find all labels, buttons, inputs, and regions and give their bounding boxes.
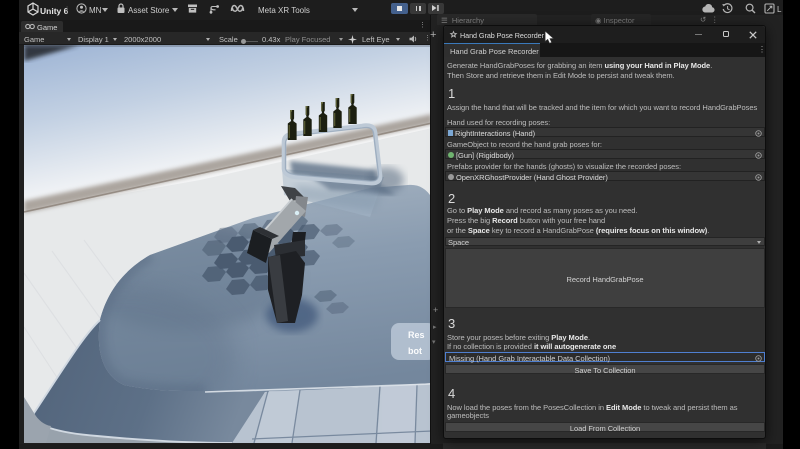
svg-text:bot: bot: [408, 346, 422, 356]
svg-text:Res: Res: [408, 330, 425, 340]
